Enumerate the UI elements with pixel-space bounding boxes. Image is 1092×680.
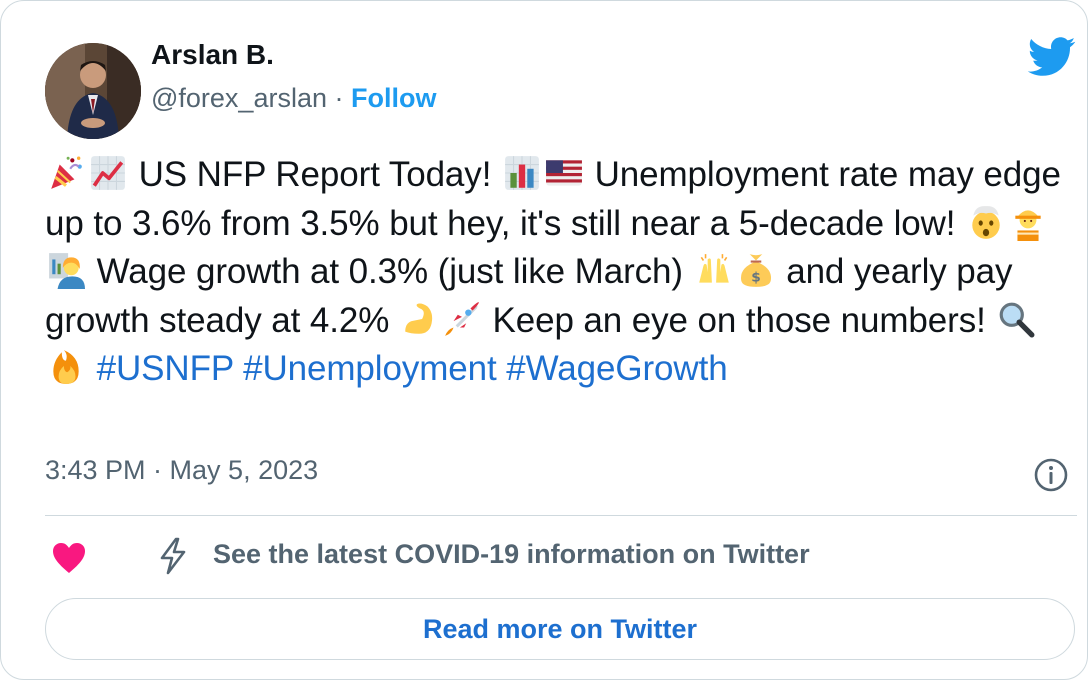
tweet-segment-3: Wage growth at 0.3% (just like March) (96, 252, 683, 291)
raising-hands-icon (695, 251, 733, 289)
author-handle[interactable]: @forex_arslan (151, 83, 327, 113)
timestamp[interactable]: 3:43 PM · May 5, 2023 (45, 455, 318, 486)
rocket-icon (443, 300, 481, 338)
exploding-head-icon (967, 203, 1005, 241)
read-more-button[interactable]: Read more on Twitter (45, 598, 1075, 660)
info-icon[interactable] (1033, 457, 1069, 493)
covid-info-link[interactable]: See the latest COVID-19 information on T… (213, 539, 810, 570)
author-handle-row: @forex_arslan · Follow (151, 83, 437, 114)
author-name[interactable]: Arslan B. (151, 39, 274, 71)
money-bag-icon: $ (737, 251, 775, 289)
tweet-text: US NFP Report Today! Unemployment rate m… (45, 151, 1075, 394)
follow-button[interactable]: Follow (351, 83, 436, 113)
lightning-bolt-icon (160, 537, 186, 575)
tweet-segment-5: Keep an eye on those numbers! (492, 300, 986, 340)
chart-increasing-icon (89, 154, 127, 192)
svg-text:$: $ (751, 270, 760, 286)
tweet-segment-1: US NFP Report Today! (138, 155, 492, 194)
tweet-card: Arslan B. @forex_arslan · Follow US NFP … (0, 0, 1088, 680)
heart-icon[interactable] (51, 541, 87, 575)
magnifying-glass-icon (997, 300, 1035, 338)
flexed-biceps-icon (401, 300, 439, 338)
us-flag-icon (545, 154, 583, 192)
fire-icon (47, 348, 85, 386)
hashtag-unemployment[interactable]: #Unemployment (243, 349, 497, 388)
party-popper-icon (47, 154, 85, 192)
avatar[interactable] (45, 43, 141, 139)
construction-worker-icon (1009, 203, 1047, 241)
hashtag-usnfp[interactable]: #USNFP (97, 349, 234, 388)
separator-dot: · (334, 83, 344, 113)
divider (45, 515, 1077, 516)
hashtag-wagegrowth[interactable]: #WageGrowth (506, 349, 727, 388)
twitter-bird-icon[interactable] (1027, 37, 1077, 77)
bar-chart-icon (503, 154, 541, 192)
office-worker-icon (47, 251, 85, 289)
